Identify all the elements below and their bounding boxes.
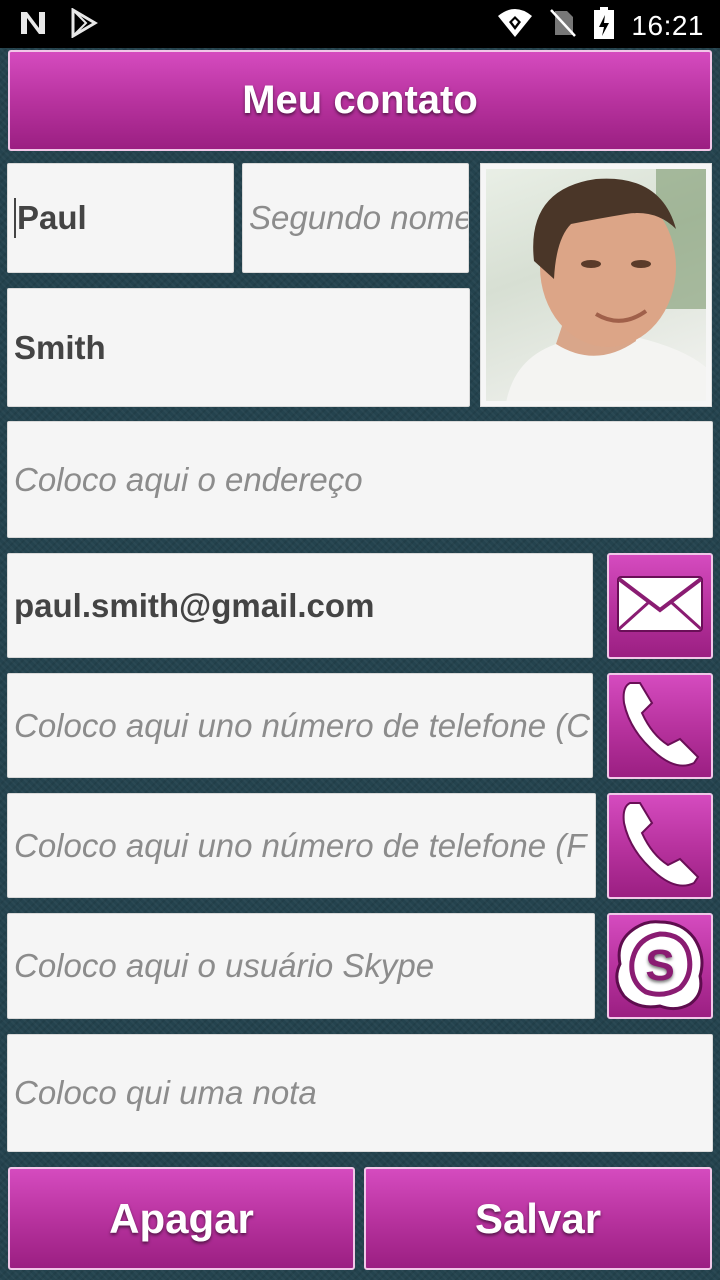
no-sim-icon (549, 8, 577, 43)
middle-name-placeholder: Segundo nome (249, 199, 469, 236)
send-email-button[interactable] (607, 553, 713, 659)
person-illustration (506, 169, 706, 401)
phone2-placeholder: Coloco aqui uno número de telefone (F (14, 826, 587, 864)
skype-field[interactable]: Coloco aqui o usuário Skype (7, 913, 595, 1019)
email-field[interactable]: paul.smith@gmail.com (7, 553, 593, 658)
play-store-icon (70, 7, 98, 43)
skype-placeholder: Coloco aqui o usuário Skype (14, 947, 435, 984)
battery-charging-icon (593, 6, 615, 45)
phone2-field[interactable]: Coloco aqui uno número de telefone (F (7, 793, 596, 898)
call-phone2-button[interactable] (607, 793, 713, 899)
phone-icon (618, 677, 702, 776)
phone1-placeholder: Coloco aqui uno número de telefone (C (14, 706, 591, 744)
middle-name-field[interactable]: Segundo nome (242, 163, 469, 273)
page-title: Meu contato (8, 50, 712, 151)
skype-button[interactable]: S (607, 913, 713, 1019)
svg-text:S: S (645, 941, 674, 990)
last-name-field[interactable]: Smith (7, 288, 470, 407)
status-bar: 16:21 (0, 0, 720, 48)
phone-icon (618, 797, 702, 896)
first-name-field[interactable]: Paul (7, 163, 234, 273)
photo-image (486, 169, 706, 401)
note-field[interactable]: Coloco qui uma nota (7, 1034, 713, 1152)
address-placeholder: Coloco aqui o endereço (14, 460, 363, 498)
envelope-icon (615, 574, 705, 639)
address-field[interactable]: Coloco aqui o endereço (7, 421, 713, 538)
delete-button[interactable]: Apagar (8, 1167, 355, 1270)
email-value: paul.smith@gmail.com (14, 586, 375, 624)
note-placeholder: Coloco qui uma nota (14, 1074, 317, 1111)
status-time: 16:21 (631, 9, 704, 41)
skype-icon: S (612, 916, 708, 1017)
call-phone1-button[interactable] (607, 673, 713, 779)
last-name-value: Smith (14, 328, 106, 366)
n-notification-icon (18, 8, 48, 43)
first-name-value: Paul (17, 199, 87, 236)
text-cursor (14, 198, 16, 238)
save-button[interactable]: Salvar (364, 1167, 712, 1270)
wifi-icon (497, 8, 533, 43)
contact-photo[interactable] (480, 163, 712, 407)
phone1-field[interactable]: Coloco aqui uno número de telefone (C (7, 673, 593, 778)
